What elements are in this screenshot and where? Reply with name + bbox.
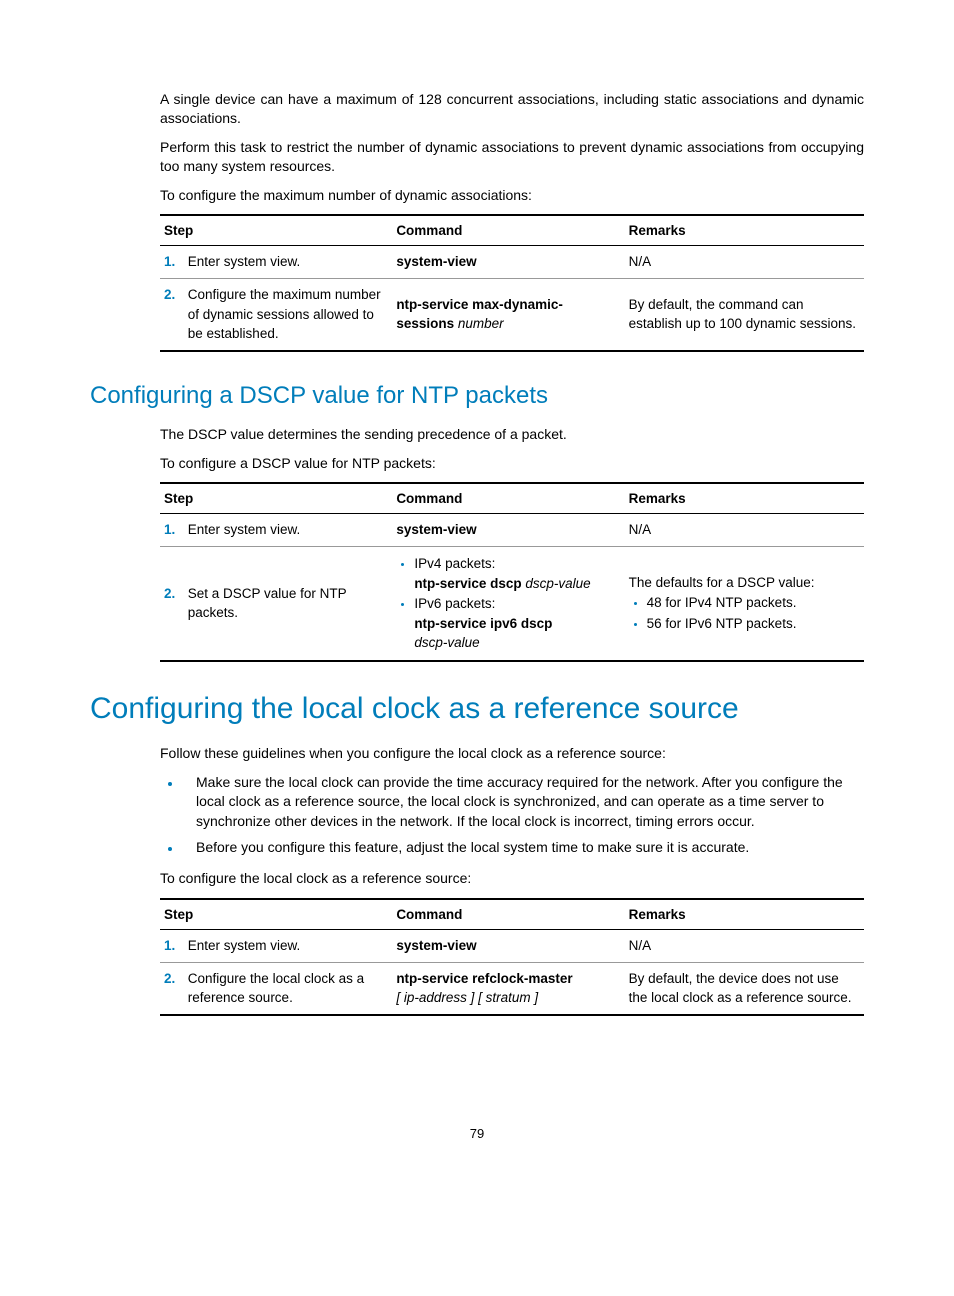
table-max-dynamic: Step Command Remarks 1. Enter system vie… [160, 214, 864, 351]
remarks-text: N/A [625, 930, 864, 963]
content-area: The DSCP value determines the sending pr… [160, 425, 864, 662]
step-text: Enter system view. [188, 252, 382, 272]
intro-p2: Perform this task to restrict the number… [160, 138, 864, 176]
table-row: 2. Configure the maximum number of dynam… [160, 279, 864, 351]
table-row: 1. Enter system view. system-view N/A [160, 930, 864, 963]
table-header-row: Step Command Remarks [160, 215, 864, 246]
step-number-icon: 1. [164, 252, 184, 272]
content-area: Follow these guidelines when you configu… [160, 744, 864, 1016]
intro-p1: A single device can have a maximum of 12… [160, 90, 864, 128]
intro-p3: To configure the maximum number of dynam… [160, 186, 864, 205]
command-text: system-view [396, 938, 476, 953]
localclock-p2: To configure the local clock as a refere… [160, 869, 864, 888]
list-item: Before you configure this feature, adjus… [182, 838, 864, 858]
command-text: system-view [396, 254, 476, 269]
command-ital: [ ip-address ] [ stratum ] [396, 990, 538, 1005]
th-remarks: Remarks [625, 215, 864, 246]
remarks-lead: The defaults for a DSCP value: [629, 575, 815, 590]
heading-local-clock: Configuring the local clock as a referen… [90, 692, 864, 726]
command-bullet-list: IPv4 packets: ntp-service dscp dscp-valu… [396, 554, 620, 653]
bullet-label: IPv6 packets: [414, 596, 495, 611]
step-number-icon: 1. [164, 520, 184, 540]
list-item: 48 for IPv4 NTP packets. [647, 593, 860, 613]
list-item: IPv4 packets: ntp-service dscp dscp-valu… [414, 554, 620, 593]
command-bold: ntp-service ipv6 dscp [414, 616, 552, 631]
document-page: A single device can have a maximum of 12… [0, 0, 954, 1181]
dscp-p1: The DSCP value determines the sending pr… [160, 425, 864, 444]
heading-dscp: Configuring a DSCP value for NTP packets [90, 382, 864, 410]
remarks-text: By default, the command can establish up… [625, 279, 864, 351]
step-text: Configure the maximum number of dynamic … [188, 285, 382, 344]
page-number: 79 [90, 1126, 864, 1141]
table-row: 2. Configure the local clock as a refere… [160, 962, 864, 1015]
step-text: Configure the local clock as a reference… [188, 969, 382, 1008]
content-area: A single device can have a maximum of 12… [160, 90, 864, 352]
th-command: Command [392, 899, 624, 930]
step-number-icon: 2. [164, 969, 184, 989]
th-step: Step [160, 483, 392, 514]
list-item: IPv6 packets: ntp-service ipv6 dscp dscp… [414, 594, 620, 653]
th-remarks: Remarks [625, 899, 864, 930]
remarks-text: N/A [625, 514, 864, 547]
bullet-label: IPv4 packets: [414, 556, 495, 571]
step-text: Enter system view. [188, 936, 382, 956]
table-row: 2. Set a DSCP value for NTP packets. IPv… [160, 547, 864, 661]
table-header-row: Step Command Remarks [160, 899, 864, 930]
th-step: Step [160, 215, 392, 246]
list-item: Make sure the local clock can provide th… [182, 773, 864, 832]
command-bold: ntp-service refclock-master [396, 971, 572, 986]
th-command: Command [392, 215, 624, 246]
command-ital: dscp-value [414, 635, 479, 650]
remarks-text: By default, the device does not use the … [625, 962, 864, 1015]
command-text: system-view [396, 522, 476, 537]
th-command: Command [392, 483, 624, 514]
step-number-icon: 2. [164, 584, 184, 604]
localclock-p1: Follow these guidelines when you configu… [160, 744, 864, 763]
remarks-bullet-list: 48 for IPv4 NTP packets. 56 for IPv6 NTP… [629, 593, 860, 633]
dscp-p2: To configure a DSCP value for NTP packet… [160, 454, 864, 473]
list-item: 56 for IPv6 NTP packets. [647, 614, 860, 634]
guidelines-list: Make sure the local clock can provide th… [160, 773, 864, 857]
table-dscp: Step Command Remarks 1. Enter system vie… [160, 482, 864, 661]
command-ital: number [458, 316, 504, 331]
table-row: 1. Enter system view. system-view N/A [160, 514, 864, 547]
step-number-icon: 2. [164, 285, 184, 305]
remarks-text: N/A [625, 246, 864, 279]
step-text: Enter system view. [188, 520, 382, 540]
step-number-icon: 1. [164, 936, 184, 956]
th-remarks: Remarks [625, 483, 864, 514]
th-step: Step [160, 899, 392, 930]
command-ital: dscp-value [525, 576, 590, 591]
step-text: Set a DSCP value for NTP packets. [188, 584, 382, 623]
table-local-clock: Step Command Remarks 1. Enter system vie… [160, 898, 864, 1016]
table-row: 1. Enter system view. system-view N/A [160, 246, 864, 279]
table-header-row: Step Command Remarks [160, 483, 864, 514]
command-bold: ntp-service dscp [414, 576, 521, 591]
